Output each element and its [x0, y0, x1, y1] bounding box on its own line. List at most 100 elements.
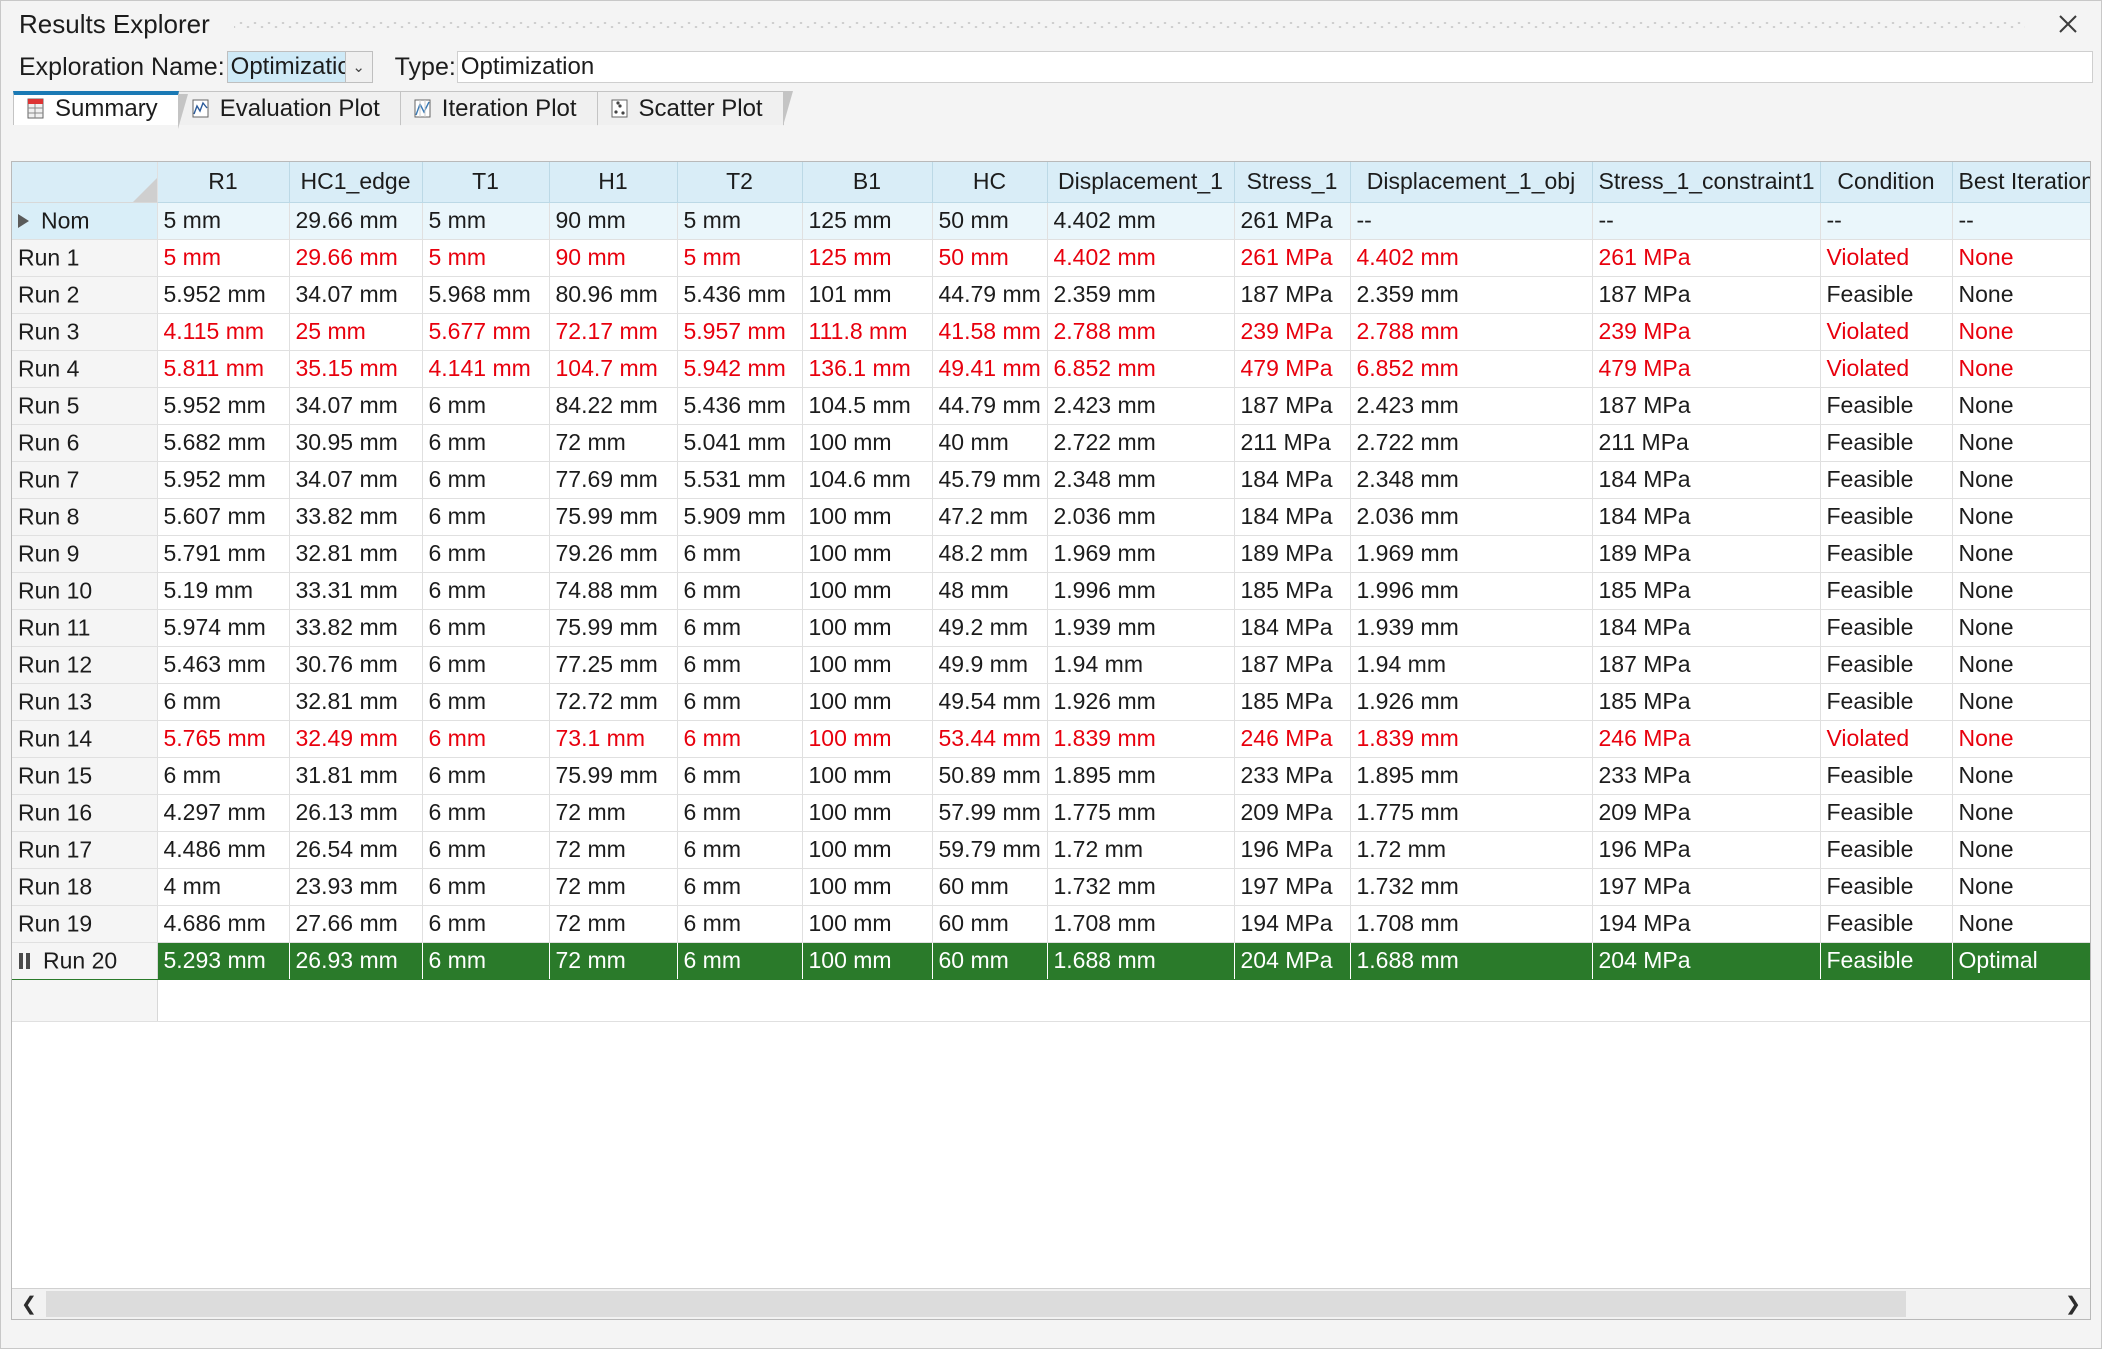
row-header[interactable]: Run 19 [12, 905, 158, 943]
cell-r1[interactable]: 6 mm [157, 683, 290, 721]
cell-t2[interactable]: 6 mm [677, 535, 803, 573]
cell-b1[interactable]: 100 mm [802, 683, 933, 721]
cell-h1[interactable]: 73.1 mm [549, 720, 678, 758]
cell-best-iteration[interactable]: None [1952, 720, 2090, 758]
cell-displacement-1-obj[interactable]: 1.969 mm [1350, 535, 1593, 573]
cell-best-iteration[interactable]: None [1952, 609, 2090, 647]
cell-h1[interactable]: 72.17 mm [549, 313, 678, 351]
cell-h1[interactable]: 77.69 mm [549, 461, 678, 499]
row-header[interactable]: Run 4 [12, 350, 158, 388]
cell-best-iteration[interactable]: None [1952, 424, 2090, 462]
cell-b1[interactable]: 111.8 mm [802, 313, 933, 351]
cell-best-iteration[interactable]: None [1952, 868, 2090, 906]
cell-displacement-1-obj[interactable]: 2.423 mm [1350, 387, 1593, 425]
column-header-b1[interactable]: B1 [802, 162, 933, 203]
cell-hc[interactable]: 49.2 mm [932, 609, 1048, 647]
cell-b1[interactable]: 100 mm [802, 572, 933, 610]
cell-hc[interactable]: 45.79 mm [932, 461, 1048, 499]
cell-hc1-edge[interactable]: 33.31 mm [289, 572, 423, 610]
cell-t1[interactable]: 5 mm [422, 202, 550, 240]
cell-condition[interactable]: Violated [1820, 720, 1953, 758]
cell-displacement-1[interactable]: 1.94 mm [1047, 646, 1235, 684]
row-header[interactable]: Run 17 [12, 831, 158, 869]
table-row[interactable]: Run 20 5.293 mm 26.93 mm 6 mm 72 mm 6 mm 100 m… [12, 942, 2090, 980]
tab-scatter-plot[interactable]: Scatter Plot [596, 91, 793, 126]
cell-stress-1-constraint1[interactable]: 184 MPa [1592, 609, 1821, 647]
cell-condition[interactable]: Feasible [1820, 942, 1953, 980]
cell-b1[interactable]: 100 mm [802, 646, 933, 684]
column-header-hc[interactable]: HC [932, 162, 1048, 203]
cell-hc1-edge[interactable]: 30.95 mm [289, 424, 423, 462]
cell-t1[interactable]: 6 mm [422, 757, 550, 795]
cell-h1[interactable]: 72 mm [549, 942, 678, 980]
cell-hc1-edge[interactable]: 33.82 mm [289, 609, 423, 647]
column-header-r1[interactable]: R1 [157, 162, 290, 203]
cell-displacement-1[interactable]: 1.969 mm [1047, 535, 1235, 573]
cell-b1[interactable]: 125 mm [802, 202, 933, 240]
cell-r1[interactable]: 5.952 mm [157, 276, 290, 314]
cell-hc[interactable]: 47.2 mm [932, 498, 1048, 536]
cell-condition[interactable]: Feasible [1820, 868, 1953, 906]
cell-displacement-1[interactable]: 1.939 mm [1047, 609, 1235, 647]
row-header[interactable]: Run 9 [12, 535, 158, 573]
cell-stress-1-constraint1[interactable]: 209 MPa [1592, 794, 1821, 832]
cell-b1[interactable]: 104.5 mm [802, 387, 933, 425]
cell-r1[interactable]: 5 mm [157, 202, 290, 240]
cell-best-iteration[interactable]: None [1952, 498, 2090, 536]
cell-best-iteration[interactable]: None [1952, 387, 2090, 425]
cell-t1[interactable]: 6 mm [422, 868, 550, 906]
cell-stress-1-constraint1[interactable]: 185 MPa [1592, 683, 1821, 721]
table-row[interactable]: Run 6 5.682 mm 30.95 mm 6 mm 72 mm 5.041 mm 10… [12, 424, 2090, 462]
cell-h1[interactable]: 72 mm [549, 831, 678, 869]
column-header-t1[interactable]: T1 [422, 162, 550, 203]
cell-t1[interactable]: 6 mm [422, 535, 550, 573]
cell-stress-1-constraint1[interactable]: 184 MPa [1592, 461, 1821, 499]
cell-displacement-1-obj[interactable]: 1.94 mm [1350, 646, 1593, 684]
tab-summary[interactable]: Summary [13, 91, 188, 129]
cell-r1[interactable]: 5.463 mm [157, 646, 290, 684]
cell-b1[interactable]: 100 mm [802, 942, 933, 980]
cell-hc[interactable]: 50 mm [932, 239, 1048, 277]
cell-stress-1-constraint1[interactable]: 189 MPa [1592, 535, 1821, 573]
cell-displacement-1[interactable]: 1.926 mm [1047, 683, 1235, 721]
cell-hc1-edge[interactable]: 33.82 mm [289, 498, 423, 536]
cell-t1[interactable]: 6 mm [422, 424, 550, 462]
cell-best-iteration[interactable]: None [1952, 461, 2090, 499]
cell-t2[interactable]: 6 mm [677, 831, 803, 869]
close-icon[interactable] [2051, 7, 2085, 41]
tab-evaluation-plot[interactable]: Evaluation Plot [177, 91, 410, 126]
row-header[interactable]: Run 5 [12, 387, 158, 425]
cell-hc[interactable]: 44.79 mm [932, 387, 1048, 425]
row-header[interactable]: Run 12 [12, 646, 158, 684]
cell-hc1-edge[interactable]: 27.66 mm [289, 905, 423, 943]
scroll-left-icon[interactable]: ❮ [12, 1289, 46, 1319]
table-row[interactable]: Run 10 5.19 mm 33.31 mm 6 mm 74.88 mm 6 mm 100… [12, 572, 2090, 610]
cell-t2[interactable]: 5.942 mm [677, 350, 803, 388]
cell-condition[interactable]: Feasible [1820, 905, 1953, 943]
cell-b1[interactable]: 100 mm [802, 794, 933, 832]
cell-t2[interactable]: 5.436 mm [677, 387, 803, 425]
cell-hc1-edge[interactable]: 26.54 mm [289, 831, 423, 869]
cell-displacement-1-obj[interactable]: 1.732 mm [1350, 868, 1593, 906]
cell-hc1-edge[interactable]: 35.15 mm [289, 350, 423, 388]
row-header[interactable]: Run 11 [12, 609, 158, 647]
row-header[interactable]: Run 16 [12, 794, 158, 832]
cell-h1[interactable]: 72 mm [549, 794, 678, 832]
cell-condition[interactable]: Feasible [1820, 831, 1953, 869]
cell-hc1-edge[interactable]: 34.07 mm [289, 387, 423, 425]
cell-best-iteration[interactable]: None [1952, 646, 2090, 684]
cell-displacement-1[interactable]: 4.402 mm [1047, 239, 1235, 277]
column-header-h1[interactable]: H1 [549, 162, 678, 203]
cell-displacement-1[interactable]: 1.708 mm [1047, 905, 1235, 943]
table-row[interactable]: Run 5 5.952 mm 34.07 mm 6 mm 84.22 mm 5.436 m… [12, 387, 2090, 425]
cell-r1[interactable]: 4.686 mm [157, 905, 290, 943]
column-header-displacement-1[interactable]: Displacement_1 [1047, 162, 1235, 203]
tab-iteration-plot[interactable]: Iteration Plot [399, 91, 607, 126]
cell-displacement-1[interactable]: 1.839 mm [1047, 720, 1235, 758]
cell-r1[interactable]: 4 mm [157, 868, 290, 906]
cell-displacement-1[interactable]: 2.359 mm [1047, 276, 1235, 314]
cell-r1[interactable]: 5 mm [157, 239, 290, 277]
cell-h1[interactable]: 79.26 mm [549, 535, 678, 573]
cell-stress-1-constraint1[interactable]: 204 MPa [1592, 942, 1821, 980]
cell-t1[interactable]: 6 mm [422, 572, 550, 610]
